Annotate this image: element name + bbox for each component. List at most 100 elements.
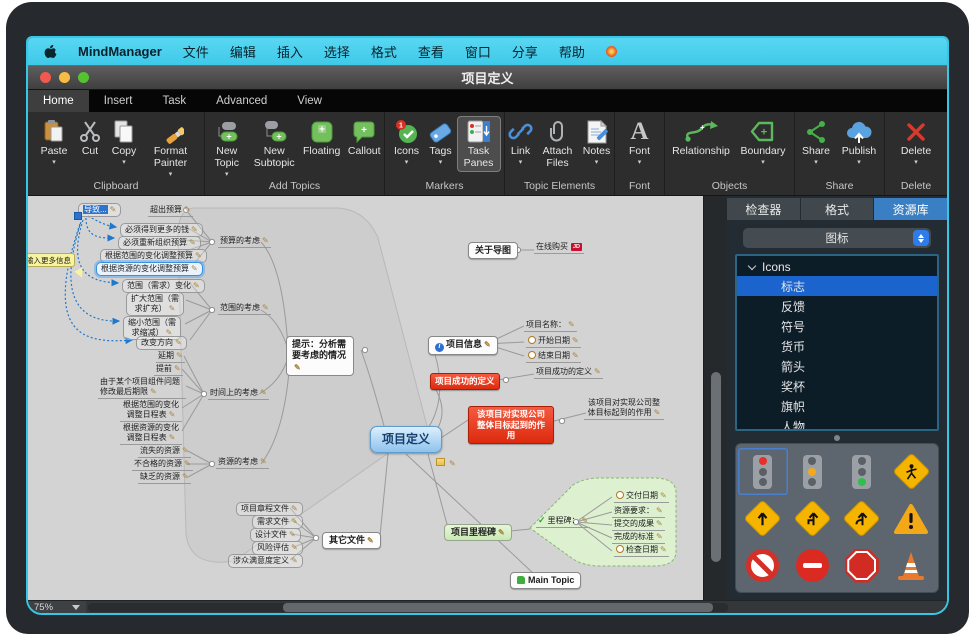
notification-flame-icon[interactable] <box>606 46 617 57</box>
tab-home[interactable]: Home <box>28 90 89 112</box>
topic[interactable]: 扩大范围（需求扩充）✎ <box>126 292 184 316</box>
floating-topic-button[interactable]: + Floating <box>300 117 344 159</box>
menu-file[interactable]: 文件 <box>183 42 209 61</box>
tab-view[interactable]: View <box>282 90 337 112</box>
vertical-scrollbar-thumb[interactable] <box>711 372 721 562</box>
straight-arrow-sign-icon[interactable] <box>738 495 788 542</box>
topic[interactable]: 范围的考虑✎ <box>218 303 271 315</box>
horizontal-scrollbar-thumb[interactable] <box>283 603 713 612</box>
selection-handle[interactable] <box>74 212 82 220</box>
share-button[interactable]: Share▾ <box>797 117 835 167</box>
traffic-light-yellow-icon[interactable] <box>788 448 838 495</box>
topic[interactable]: 设计文件✎ <box>250 528 301 542</box>
topic[interactable]: 提前✎ <box>154 364 183 376</box>
copy-button[interactable]: Copy▾ <box>106 117 142 167</box>
menu-help[interactable]: 帮助 <box>559 42 585 61</box>
topic[interactable]: 涉众满意度定义✎ <box>228 554 303 568</box>
topic[interactable]: 范围（需求）变化✎ <box>122 279 205 293</box>
dropdown-stepper-icon[interactable] <box>913 230 929 246</box>
tree-item-symbols[interactable]: 符号 <box>737 316 937 336</box>
paste-button[interactable]: Paste▾ <box>34 117 74 167</box>
relationship-button[interactable]: + Relationship <box>668 117 734 159</box>
publish-button[interactable]: Publish▾ <box>836 117 882 167</box>
topic[interactable]: 不合格的资源✎ <box>132 459 193 471</box>
tree-item-trophies[interactable]: 奖杯 <box>737 376 937 396</box>
topic[interactable]: 流失的资源✎ <box>138 446 191 458</box>
tab-task[interactable]: Task <box>147 90 201 112</box>
topic-success-definition[interactable]: 项目成功的定义 <box>430 373 500 390</box>
tree-item-people[interactable]: 人物 <box>737 416 937 431</box>
tags-button[interactable]: Tags▾ <box>425 117 457 167</box>
topic-selected[interactable]: 根据资源的变化调整预算✎ <box>96 262 203 276</box>
tree-item-currency[interactable]: 货币 <box>737 336 937 356</box>
menu-edit[interactable]: 编辑 <box>230 42 256 61</box>
mind-map-canvas[interactable]: 导致...✎ 超出预算✎ 必须得到更多的钱✎ 必须重新组织预算✎ 根据范围的变化… <box>28 196 703 600</box>
zoom-control[interactable]: 75% <box>28 601 86 613</box>
boundary-button[interactable]: + Boundary▾ <box>735 117 791 167</box>
prohibition-sign-icon[interactable] <box>738 542 788 589</box>
warning-triangle-icon[interactable] <box>887 495 937 542</box>
topic[interactable]: 必须重新组织预算✎ <box>118 236 201 250</box>
callout-button[interactable]: + Callout <box>344 117 384 159</box>
cut-button[interactable]: Cut <box>75 117 105 159</box>
sidebar-tab-library[interactable]: 资源库 <box>874 198 947 220</box>
menu-app-name[interactable]: MindManager <box>78 44 162 59</box>
new-subtopic-button[interactable]: + New Subtopic <box>250 117 299 171</box>
zoom-window-icon[interactable] <box>78 72 89 83</box>
library-type-dropdown[interactable]: 图标 <box>743 228 931 248</box>
topic[interactable]: 资源要求：✎ <box>612 506 665 518</box>
apple-menu[interactable] <box>44 43 57 61</box>
minimize-window-icon[interactable] <box>59 72 70 83</box>
sidebar-tab-format[interactable]: 格式 <box>801 198 874 220</box>
panel-resize-handle[interactable] <box>834 435 840 441</box>
tree-item-feedback[interactable]: 反馈 <box>737 296 937 316</box>
topic-buy-online[interactable]: 在线购买JD <box>534 242 584 254</box>
task-panes-button[interactable]: Task Panes <box>458 117 500 171</box>
tree-item-signs[interactable]: 标志 <box>737 276 937 296</box>
menu-select[interactable]: 选择 <box>324 42 350 61</box>
stop-sign-icon[interactable] <box>837 542 887 589</box>
topic[interactable]: 由于某个项目组件问题修改最后期限✎ <box>98 377 186 399</box>
topic-milestone[interactable]: ✓里程碑：✎ <box>536 515 590 528</box>
topic-main-topic[interactable]: Main Topic <box>510 572 581 589</box>
topic[interactable]: 根据范围的变化调整日程表✎ <box>120 400 182 422</box>
topic[interactable]: 资源的考虑✎ <box>216 457 269 469</box>
topic[interactable]: 项目成功的定义✎ <box>534 367 603 379</box>
delete-button[interactable]: Delete▾ <box>894 117 938 167</box>
notes-button[interactable]: Notes▾ <box>580 117 614 167</box>
vertical-scrollbar[interactable] <box>703 196 727 600</box>
topic[interactable]: 必须得到更多的钱✎ <box>120 223 203 237</box>
topic[interactable]: 风险评估✎ <box>252 541 303 555</box>
menu-format[interactable]: 格式 <box>371 42 397 61</box>
topic[interactable]: 超出预算✎ <box>148 205 193 217</box>
merge-arrow-sign-icon[interactable] <box>788 495 838 542</box>
topic[interactable]: 需求文件✎ <box>252 515 303 529</box>
topic[interactable]: 改变方向✎ <box>136 336 187 350</box>
topic[interactable]: 根据范围的变化调整预算✎ <box>100 249 207 263</box>
no-entry-sign-icon[interactable] <box>788 542 838 589</box>
topic-project-info[interactable]: i项目信息✎ <box>428 336 498 355</box>
icons-button[interactable]: 1 Icons▾ <box>390 117 424 167</box>
menu-window[interactable]: 窗口 <box>465 42 491 61</box>
topic[interactable]: 项目名称：✎ <box>524 320 577 332</box>
central-topic[interactable]: 项目定义 <box>370 426 442 453</box>
branch-arrow-sign-icon[interactable] <box>837 495 887 542</box>
format-painter-button[interactable]: Format Painter▾ <box>143 117 198 179</box>
tree-item-flags[interactable]: 旗帜 <box>737 396 937 416</box>
traffic-cone-icon[interactable] <box>887 542 937 589</box>
attach-files-button[interactable]: Attach Files <box>537 117 579 171</box>
callout-topic[interactable]: 输入更多信息 <box>28 253 75 267</box>
traffic-light-green-icon[interactable] <box>837 448 887 495</box>
menu-insert[interactable]: 插入 <box>277 42 303 61</box>
topic-company-goal[interactable]: 该项目对实现公司整体目标起到的作用 <box>468 406 554 444</box>
tab-advanced[interactable]: Advanced <box>201 90 282 112</box>
topic-other-files[interactable]: 其它文件✎ <box>322 532 381 549</box>
topic-daozhi[interactable]: 导致...✎ <box>78 203 121 217</box>
topic[interactable]: 结束日期✎ <box>526 351 581 363</box>
sidebar-tab-inspector[interactable]: 检查器 <box>727 198 800 220</box>
topic[interactable]: 延期✎ <box>156 351 185 363</box>
topic[interactable]: 检查日期✎ <box>614 545 669 557</box>
horizontal-scrollbar[interactable] <box>88 603 728 612</box>
tab-insert[interactable]: Insert <box>89 90 148 112</box>
new-topic-button[interactable]: + New Topic▾ <box>205 117 249 179</box>
